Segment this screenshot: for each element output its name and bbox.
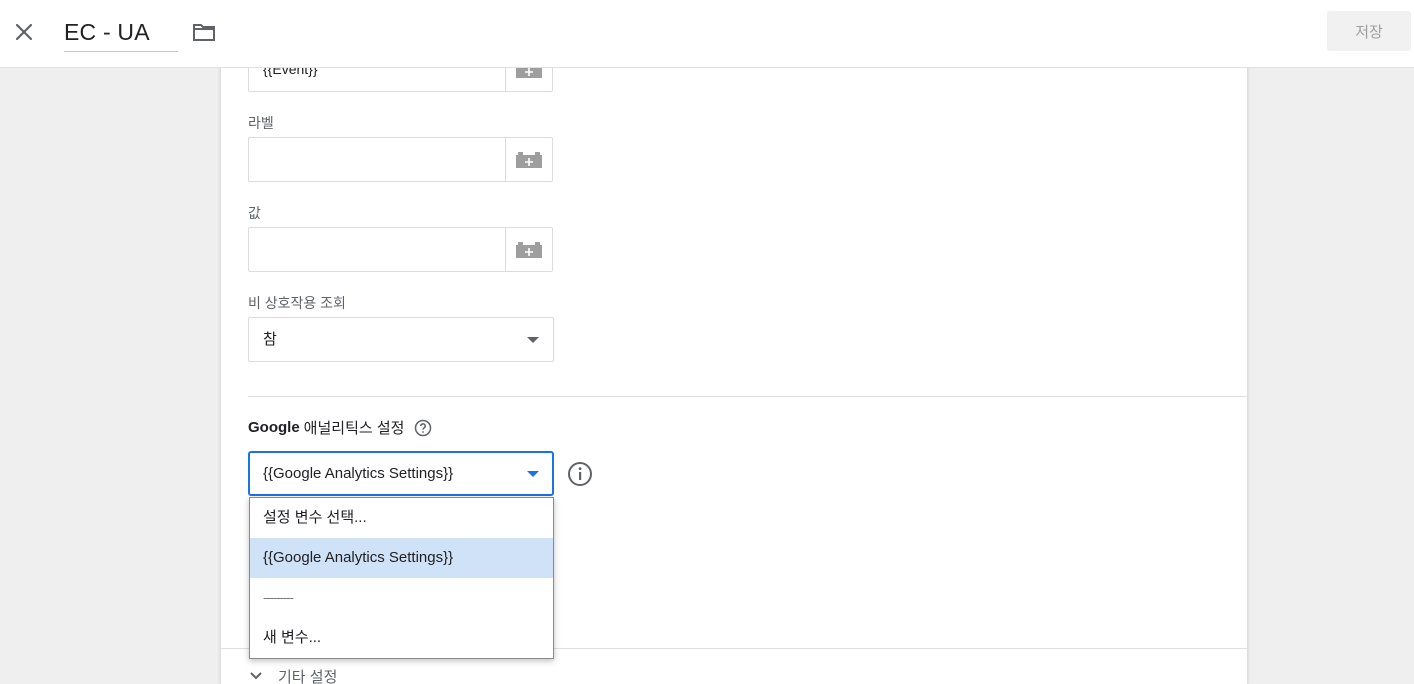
- more-settings-toggle[interactable]: 기타 설정: [248, 664, 337, 684]
- ga-settings-dropdown: 설정 변수 선택... {{Google Analytics Settings}…: [249, 497, 554, 659]
- dropdown-option-selected[interactable]: {{Google Analytics Settings}}: [250, 538, 553, 578]
- help-icon[interactable]: [414, 419, 432, 437]
- close-icon[interactable]: [10, 18, 38, 46]
- dropdown-option-new-variable[interactable]: 새 변수...: [250, 618, 553, 658]
- non-interaction-caption: 비 상호작용 조회: [248, 295, 346, 311]
- label-caption: 라벨: [248, 115, 274, 131]
- dropdown-separator: ---------: [263, 590, 294, 605]
- section-divider: [248, 396, 1247, 397]
- value-caption: 값: [248, 205, 261, 221]
- add-variable-icon[interactable]: [505, 228, 552, 271]
- value-field[interactable]: [248, 227, 553, 272]
- chevron-down-icon: [250, 672, 262, 680]
- label-field[interactable]: [248, 137, 553, 182]
- chevron-down-icon: [527, 337, 539, 343]
- ga-settings-title: Google 애널리틱스 설정: [248, 417, 432, 438]
- non-interaction-select[interactable]: 참: [248, 317, 554, 362]
- dropdown-option[interactable]: 설정 변수 선택...: [250, 498, 553, 538]
- ga-settings-title-text: 애널리틱스 설정: [303, 420, 405, 437]
- ga-settings-selected-value: {{Google Analytics Settings}}: [263, 465, 454, 482]
- tag-name-text: EC - UA: [64, 19, 150, 45]
- more-settings-label: 기타 설정: [278, 668, 338, 684]
- tag-name-field[interactable]: EC - UA: [64, 12, 178, 52]
- folder-icon[interactable]: [190, 18, 218, 46]
- ga-settings-select[interactable]: {{Google Analytics Settings}}: [248, 451, 554, 496]
- info-icon[interactable]: [567, 461, 593, 487]
- top-bar: EC - UA 저장: [0, 0, 1414, 68]
- non-interaction-value: 참: [263, 331, 277, 348]
- tag-config-card: {{Event}} 라벨 값 비 상호작용 조회 참 Google 애널리틱스 …: [221, 0, 1247, 684]
- add-variable-icon[interactable]: [505, 138, 552, 181]
- save-button[interactable]: 저장: [1327, 11, 1411, 51]
- ga-settings-title-brand: Google: [248, 419, 300, 436]
- chevron-down-icon: [527, 471, 539, 477]
